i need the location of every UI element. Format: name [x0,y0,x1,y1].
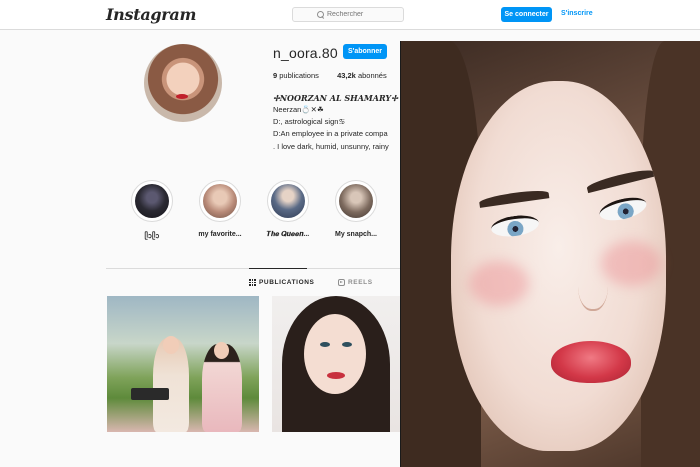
publications-label: publications [279,71,319,80]
portrait-face [451,81,666,451]
profile-username: n_oora.80 [273,45,338,61]
bio-line-4: . I love dark, humid, unsunny, rainy [273,142,389,151]
highlight-thumbnail [135,184,169,218]
signup-link[interactable]: S'inscrire [561,10,593,17]
story-highlight-4-label: My snapch... [334,231,377,238]
nose [578,256,608,311]
profile-avatar[interactable] [144,44,222,122]
grid-icon [249,279,256,286]
publications-count: 9 [273,71,278,80]
reels-icon [338,279,345,286]
right-eye [597,193,649,225]
search-icon [317,11,324,18]
active-tab-indicator [249,268,307,269]
highlight-thumbnail [203,184,237,218]
left-eye [489,212,541,240]
story-highlight-3[interactable] [267,180,309,222]
highlight-thumbnail [339,184,373,218]
post-thumbnail-1[interactable] [107,296,259,432]
tab-reels[interactable]: REELS [338,279,373,286]
avatar-lips [176,94,188,99]
right-eyebrow [585,166,655,194]
followers-count[interactable]: 43,2k [337,71,356,80]
top-navigation-bar: Instagram Se connecter S'inscrire [0,0,700,30]
profile-stats: 9 publications 43,2k abonnés [273,71,387,80]
story-highlight-4[interactable] [335,180,377,222]
login-button[interactable]: Se connecter [501,7,552,22]
follow-button[interactable]: S'abonner [343,44,387,59]
story-highlight-2-label: my favorite... [198,231,242,238]
lips [551,341,631,383]
bio-line-1: Neerzan💍✕☘ [273,105,324,114]
story-highlight-1[interactable] [131,180,173,222]
post-thumbnail-2[interactable] [272,296,400,432]
bio-line-3: D:An employee in a private compa [273,129,388,138]
story-highlight-2[interactable] [199,180,241,222]
story-highlight-1-label: ᥫᩣᥫᩣ [144,233,160,240]
search-box[interactable] [292,7,404,22]
search-input[interactable] [327,11,379,18]
story-highlight-3-label: 𝑻𝒉𝒆 𝑸𝒖𝒆𝒆𝒏... [266,231,310,238]
bio-full-name: ✢NOORZAN AL SHAMARY✢ [273,93,398,103]
instagram-logo[interactable]: Instagram [106,5,196,24]
closeup-portrait-photo [400,41,700,467]
bio-line-2: D:, astrological sign♋ [273,117,346,126]
tab-publications[interactable]: PUBLICATIONS [249,279,314,286]
highlight-thumbnail [271,184,305,218]
tab-reels-label: REELS [348,279,373,286]
tab-publications-label: PUBLICATIONS [259,279,315,286]
left-eyebrow [478,188,550,208]
followers-label[interactable]: abonnés [358,71,387,80]
